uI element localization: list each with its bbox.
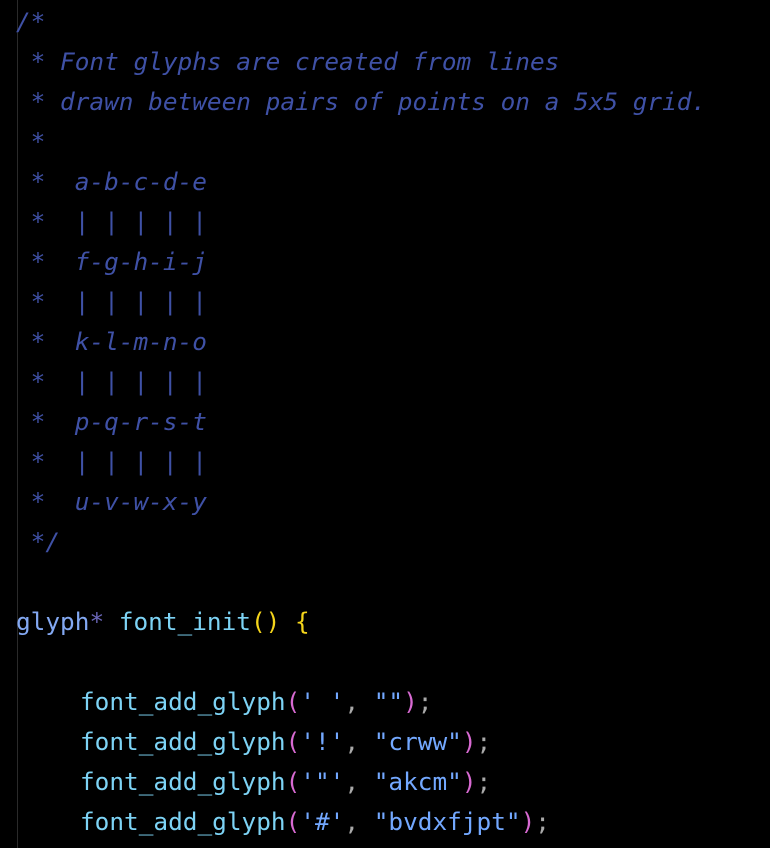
call-char-literal: '"' [300, 767, 345, 796]
call-char-literal: '#' [300, 807, 345, 836]
call-string-literal: "bvdxfjpt" [373, 807, 521, 836]
comment-line: * | | | | | [16, 367, 207, 396]
comment-line: * k-l-m-n-o [16, 327, 207, 356]
parens: () [250, 607, 281, 636]
return-type: glyph [16, 607, 90, 636]
function-declaration-line: glyph* font_init() { [16, 602, 310, 642]
call-function: font_add_glyph [80, 807, 286, 836]
call-function: font_add_glyph [80, 727, 286, 756]
call-char-literal: '!' [300, 727, 345, 756]
comment-line: * | | | | | [16, 447, 207, 476]
comment-line: * f-g-h-i-j [16, 247, 207, 276]
comment-line: /* [16, 7, 46, 36]
comment-line: * u-v-w-x-y [16, 487, 207, 516]
comment-line: * [16, 127, 46, 156]
comment-line: * a-b-c-d-e [16, 167, 207, 196]
call-semicolon: ; [476, 767, 492, 796]
call-string-literal: "" [373, 687, 404, 716]
call-open-paren: ( [285, 687, 301, 716]
call-semicolon: ; [476, 727, 492, 756]
comment-line: * drawn between pairs of points on a 5x5… [16, 87, 707, 116]
code-line-call: font_add_glyph('!', "crww"); [16, 722, 491, 762]
function-name: font_init [118, 607, 251, 636]
code-line-call: font_add_glyph('"', "akcm"); [16, 762, 491, 802]
pointer-star: * [89, 607, 105, 636]
comment-line: * p-q-r-s-t [16, 407, 207, 436]
call-close-paren: ) [461, 727, 477, 756]
call-open-paren: ( [285, 727, 301, 756]
comment-line: * Font glyphs are created from lines [16, 47, 560, 76]
comment-line: * | | | | | [16, 207, 207, 236]
code-editor[interactable]: /* * Font glyphs are created from lines … [0, 0, 770, 848]
call-close-paren: ) [520, 807, 536, 836]
comment-line: */ [16, 527, 61, 556]
comment-line: * | | | | | [16, 287, 207, 316]
call-close-paren: ) [461, 767, 477, 796]
call-semicolon: ; [535, 807, 550, 836]
call-comma: , [344, 687, 374, 716]
call-comma: , [344, 727, 374, 756]
open-brace: { [295, 607, 310, 636]
call-open-paren: ( [285, 807, 301, 836]
call-comma: , [344, 807, 374, 836]
call-string-literal: "crww" [373, 727, 462, 756]
call-function: font_add_glyph [80, 687, 286, 716]
code-line-call: font_add_glyph('#', "bvdxfjpt"); [16, 802, 550, 842]
call-string-literal: "akcm" [373, 767, 462, 796]
call-char-literal: ' ' [300, 687, 345, 716]
call-function: font_add_glyph [80, 767, 286, 796]
call-semicolon: ; [417, 687, 433, 716]
call-open-paren: ( [285, 767, 301, 796]
call-comma: , [344, 767, 374, 796]
call-close-paren: ) [403, 687, 418, 716]
code-line-call: font_add_glyph(' ', ""); [16, 682, 432, 722]
